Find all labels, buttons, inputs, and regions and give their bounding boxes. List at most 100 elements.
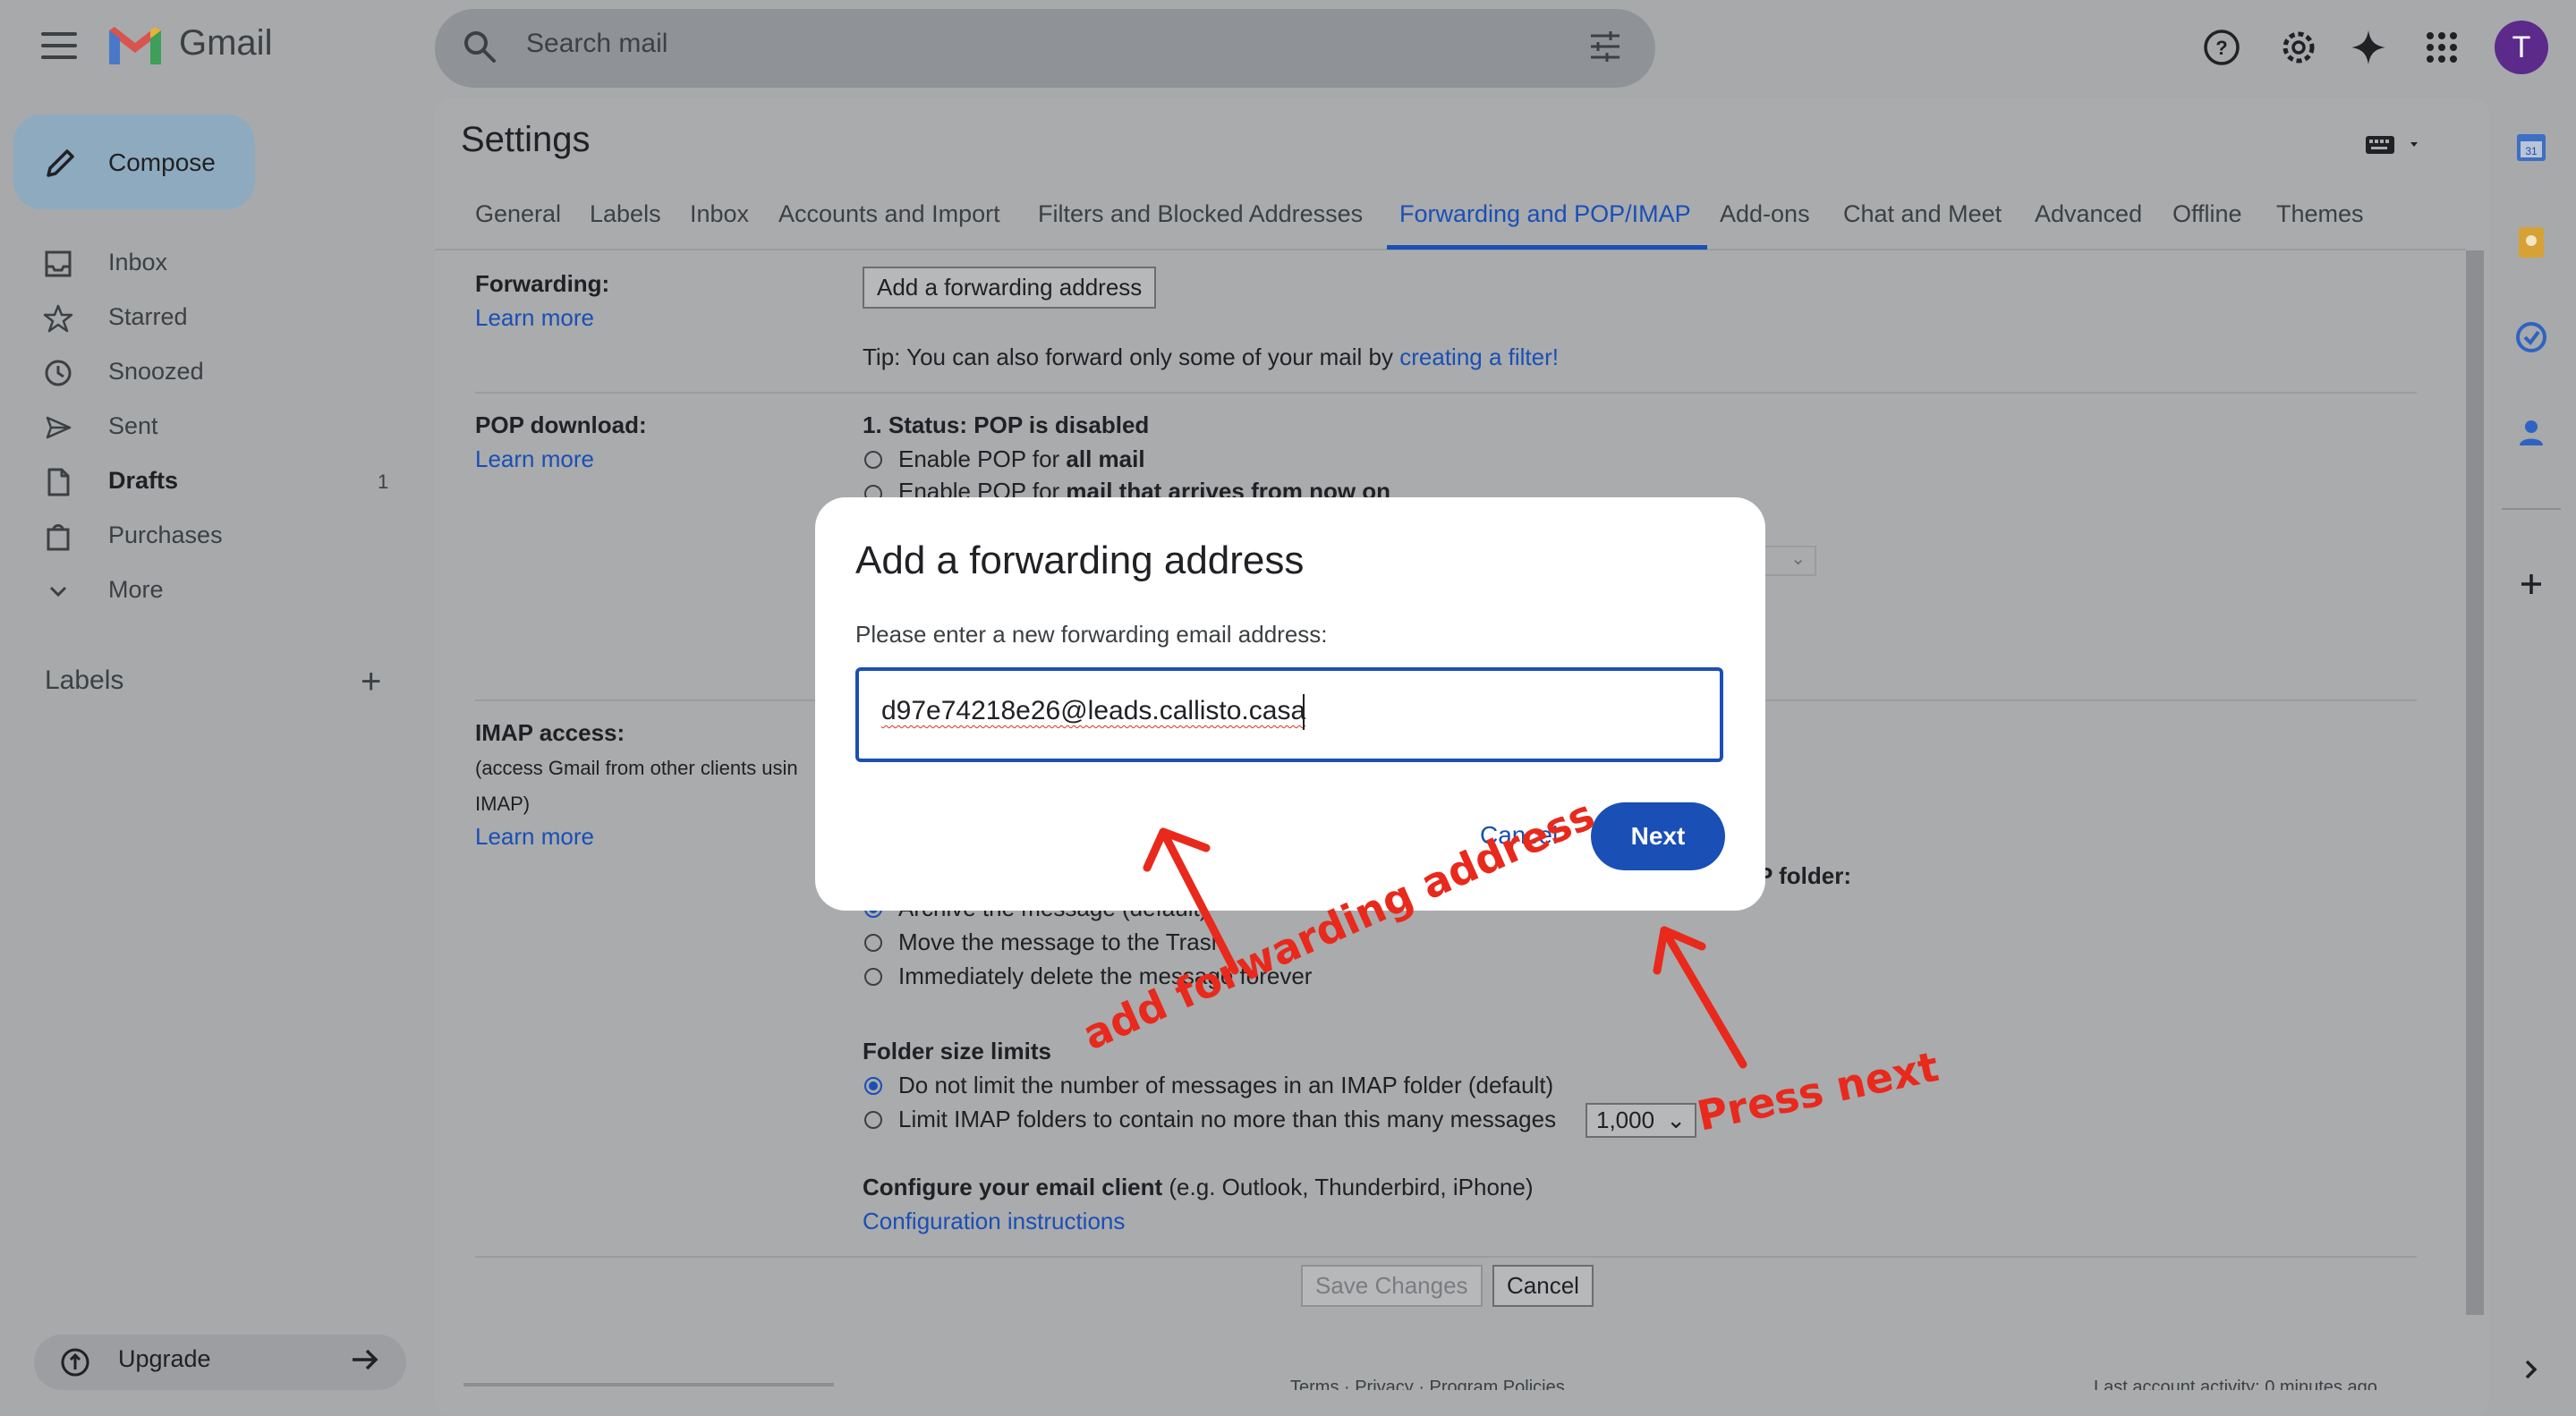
horizontal-scrollbar[interactable] xyxy=(463,1383,834,1386)
tip-text: Tip: You can also forward only some of y… xyxy=(863,343,1400,370)
pop-opt1-bold: all mail xyxy=(1066,445,1145,472)
tab-advanced[interactable]: Advanced xyxy=(2035,200,2142,228)
dialog-title: Add a forwarding address xyxy=(855,538,1305,582)
no-limit-label: Do not limit the number of messages in a… xyxy=(898,1072,1554,1098)
forwarding-email-value: d97e74218e26@leads.callisto.casa xyxy=(881,696,1306,725)
apps-grid-icon[interactable] xyxy=(2421,27,2462,68)
draft-icon xyxy=(47,468,70,496)
search-options-icon[interactable] xyxy=(1586,27,1625,66)
sidebar-item-sent[interactable]: Sent xyxy=(0,402,421,452)
tab-accounts-and-import[interactable]: Accounts and Import xyxy=(778,200,1000,228)
compose-label: Compose xyxy=(108,148,216,176)
limit-folders-label: Limit IMAP folders to contain no more th… xyxy=(898,1106,1557,1132)
svg-text:?: ? xyxy=(2215,37,2227,59)
limit-folders-radio[interactable] xyxy=(864,1111,882,1129)
folder-size-heading: Folder size limits xyxy=(863,1038,1051,1064)
pop-all-mail-label: Enable POP for all mail xyxy=(898,445,1145,473)
pop-opt1-prefix: Enable POP for xyxy=(898,445,1067,472)
sidebar-item-drafts[interactable]: Drafts 1 xyxy=(0,456,421,506)
app-name: Gmail xyxy=(179,23,273,63)
gemini-sparkle-icon[interactable] xyxy=(2348,27,2389,68)
delete-forever-radio[interactable] xyxy=(864,968,882,986)
forwarding-learn-more-link[interactable]: Learn more xyxy=(475,304,594,332)
inbox-icon xyxy=(45,250,72,277)
configure-rest: (e.g. Outlook, Thunderbird, iPhone) xyxy=(1162,1174,1534,1200)
keep-icon[interactable] xyxy=(2511,222,2552,263)
side-panel-divider xyxy=(2502,508,2561,510)
settings-gear-icon[interactable] xyxy=(2278,27,2319,68)
configure-bold: Configure your email client xyxy=(863,1174,1163,1200)
imap-folder-label: P folder: xyxy=(1757,862,1851,889)
tab-forwarding-pop-imap[interactable]: Forwarding and POP/IMAP xyxy=(1399,200,1691,228)
send-icon xyxy=(46,416,72,439)
get-add-ons-plus-icon[interactable] xyxy=(2511,564,2552,605)
help-icon[interactable]: ? xyxy=(2201,27,2242,68)
pop-heading: POP download: xyxy=(475,411,647,438)
tab-inbox[interactable]: Inbox xyxy=(690,200,749,228)
drafts-count: 1 xyxy=(378,471,389,493)
add-forwarding-address-button[interactable]: Add a forwarding address xyxy=(863,267,1157,309)
annotation-arrow-right-icon xyxy=(1653,926,1747,1069)
calendar-icon[interactable]: 31 xyxy=(2511,127,2552,168)
sidebar-item-label: Sent xyxy=(108,412,158,439)
tab-add-ons[interactable]: Add-ons xyxy=(1720,200,1810,228)
pop-status: 1. Status: POP is disabled xyxy=(863,411,1150,438)
section-divider xyxy=(475,1256,2417,1258)
save-changes-button[interactable]: Save Changes xyxy=(1301,1265,1483,1307)
sidebar-item-label: Purchases xyxy=(108,521,223,548)
tasks-icon[interactable] xyxy=(2511,317,2552,358)
input-tools-keyboard-icon[interactable] xyxy=(2362,132,2425,157)
gmail-logo-icon[interactable] xyxy=(106,23,165,68)
star-icon xyxy=(43,304,73,333)
upgrade-icon xyxy=(61,1348,89,1377)
sidebar-item-label: Inbox xyxy=(108,249,168,276)
imap-description: (access Gmail from other clients usin xyxy=(475,757,798,779)
tab-filters[interactable]: Filters and Blocked Addresses xyxy=(1038,200,1363,228)
contacts-icon[interactable] xyxy=(2511,411,2552,453)
pop-learn-more-link[interactable]: Learn more xyxy=(475,445,594,473)
text-caret xyxy=(1303,694,1305,730)
tab-labels[interactable]: Labels xyxy=(590,200,661,228)
sidebar-item-purchases[interactable]: Purchases xyxy=(0,511,421,561)
sidebar-item-label: More xyxy=(108,576,164,603)
tab-themes[interactable]: Themes xyxy=(2276,200,2364,228)
chevron-down-icon xyxy=(49,586,67,598)
imap-learn-more-link[interactable]: Learn more xyxy=(475,823,594,851)
sidebar-item-label: Starred xyxy=(108,303,188,330)
imap-description-2: IMAP) xyxy=(475,793,531,815)
tab-general[interactable]: General xyxy=(475,200,561,228)
trash-radio[interactable] xyxy=(864,934,882,952)
sidebar-item-starred[interactable]: Starred xyxy=(0,293,421,343)
tab-chat-and-meet[interactable]: Chat and Meet xyxy=(1843,200,2002,228)
folder-limit-value: 1,000 xyxy=(1596,1107,1655,1133)
sidebar-item-inbox[interactable]: Inbox xyxy=(0,238,421,288)
dialog-next-button[interactable]: Next xyxy=(1591,802,1725,870)
pop-all-mail-radio[interactable] xyxy=(864,451,882,469)
sidebar-item-label: Drafts xyxy=(108,467,179,494)
create-filter-link[interactable]: creating a filter! xyxy=(1399,343,1559,370)
settings-cancel-button[interactable]: Cancel xyxy=(1492,1265,1594,1307)
tab-offline[interactable]: Offline xyxy=(2172,200,2242,228)
configuration-instructions-link[interactable]: Configuration instructions xyxy=(863,1208,1125,1235)
footer-links[interactable]: Terms · Privacy · Program Policies xyxy=(1290,1378,1565,1390)
account-avatar[interactable]: T xyxy=(2495,21,2548,74)
sidebar-item-snoozed[interactable]: Snoozed xyxy=(0,347,421,397)
upgrade-label: Upgrade xyxy=(118,1345,211,1372)
configure-client-text: Configure your email client (e.g. Outloo… xyxy=(863,1174,1533,1201)
pencil-icon xyxy=(47,149,74,177)
clock-icon xyxy=(45,360,72,386)
add-label-icon[interactable]: + xyxy=(361,662,381,702)
sidebar-item-more[interactable]: More xyxy=(0,565,421,615)
expand-side-panel-chevron-icon[interactable] xyxy=(2511,1349,2552,1390)
main-menu-icon[interactable] xyxy=(41,32,77,59)
arrow-right-icon[interactable] xyxy=(347,1342,383,1378)
search-input[interactable]: Search mail xyxy=(526,29,667,59)
chevron-down-icon: ⌄ xyxy=(1666,1107,1686,1133)
vertical-scrollbar[interactable] xyxy=(2466,250,2484,1315)
section-divider xyxy=(475,392,2417,394)
search-icon[interactable] xyxy=(460,27,499,66)
sidebar-item-label: Snoozed xyxy=(108,358,204,385)
folder-limit-select[interactable]: 1,000 ⌄ xyxy=(1586,1103,1696,1138)
no-limit-radio[interactable] xyxy=(864,1077,882,1095)
last-activity: Last account activity: 0 minutes ago xyxy=(2094,1378,2377,1390)
